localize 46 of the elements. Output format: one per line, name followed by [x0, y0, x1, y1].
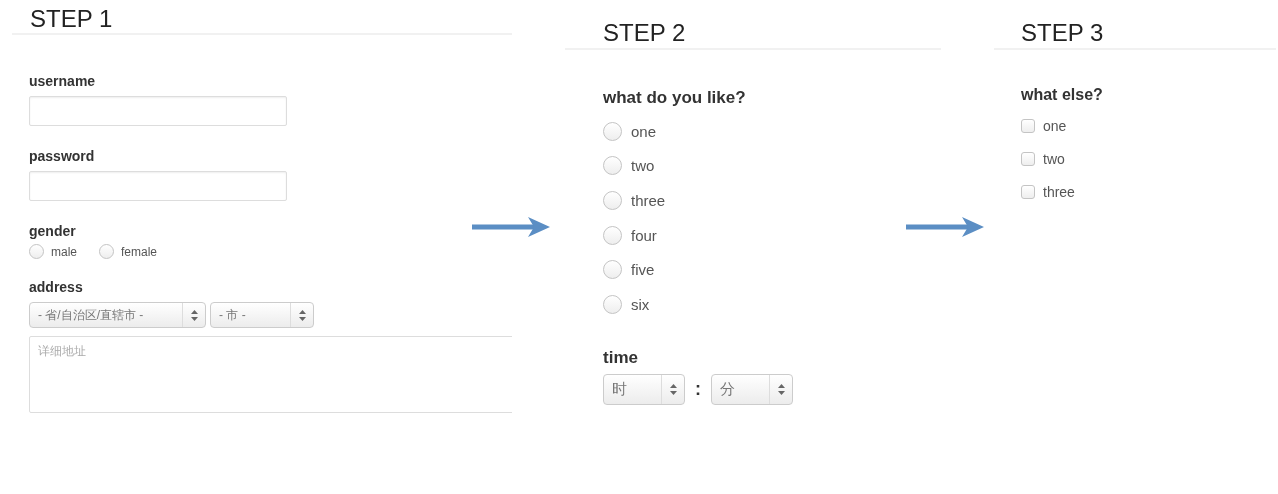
- option-label: female: [121, 244, 158, 259]
- option-label: four: [631, 226, 657, 244]
- checkbox[interactable]: [1021, 184, 1035, 199]
- option-label: two: [631, 157, 655, 175]
- input-field[interactable]: [29, 171, 287, 201]
- radio-button[interactable]: [29, 244, 44, 259]
- dropdown[interactable]: - 市 -: [210, 302, 314, 328]
- stepper-icon: [777, 383, 785, 395]
- field-label: gender: [29, 223, 77, 239]
- radio-button[interactable]: [603, 225, 622, 245]
- option-label: three: [631, 192, 666, 209]
- option-label: male: [51, 244, 77, 259]
- stepper-icon: [298, 309, 306, 321]
- step-title: STEP 3: [1021, 21, 1105, 45]
- field-label: password: [29, 148, 96, 164]
- field-label: time: [603, 347, 639, 368]
- radio-button[interactable]: [603, 156, 622, 176]
- dropdown[interactable]: 时: [603, 373, 685, 405]
- option-label: three: [1043, 183, 1075, 200]
- step-title: STEP 1: [30, 7, 114, 31]
- arrow-icon: [470, 216, 552, 238]
- dropdown[interactable]: 分: [711, 373, 793, 405]
- stepper-icon: [669, 383, 677, 395]
- field-label: what else?: [1021, 86, 1104, 104]
- time-separator: :: [695, 378, 701, 400]
- radio-button[interactable]: [99, 244, 114, 259]
- input-field[interactable]: [29, 96, 287, 126]
- field-label: username: [29, 73, 97, 89]
- option-label: five: [631, 261, 655, 279]
- step-title: STEP 2: [603, 21, 687, 45]
- checkbox[interactable]: [1021, 118, 1035, 133]
- radio-button[interactable]: [603, 260, 622, 280]
- field-label: address: [29, 279, 84, 295]
- dropdown[interactable]: - 省/自治区/直辖市 -: [29, 302, 206, 328]
- option-label: one: [1043, 117, 1067, 134]
- radio-button[interactable]: [603, 191, 622, 210]
- option-label: one: [631, 122, 657, 140]
- radio-button[interactable]: [603, 121, 622, 141]
- option-label: two: [1043, 150, 1065, 167]
- radio-button[interactable]: [603, 294, 622, 314]
- arrow-icon: [904, 216, 986, 238]
- checkbox[interactable]: [1021, 151, 1035, 166]
- field-label: what do you like?: [603, 88, 747, 108]
- stepper-icon: [190, 309, 198, 321]
- address-textarea[interactable]: 详细地址: [29, 336, 512, 413]
- option-label: six: [631, 295, 650, 313]
